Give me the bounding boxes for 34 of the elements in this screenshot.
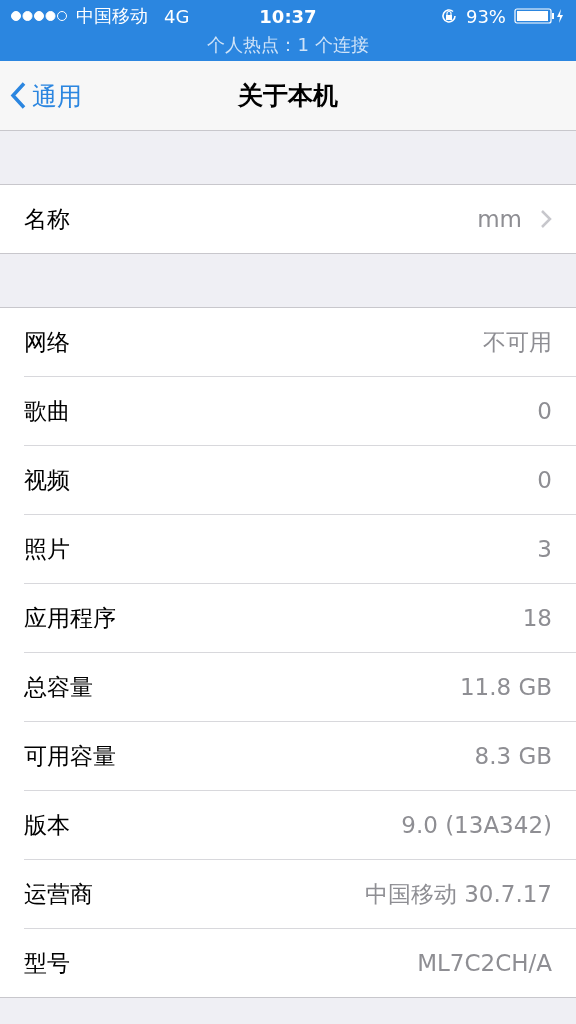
back-button[interactable]: 通用 <box>10 79 82 112</box>
row-value: 3 <box>537 536 552 562</box>
row-label: 视频 <box>24 465 71 495</box>
row-label: 网络 <box>24 327 71 357</box>
row-value: mm <box>477 206 522 232</box>
row-label: 运营商 <box>24 879 94 909</box>
row-label: 版本 <box>24 810 71 840</box>
row-value: ML7C2CH/A <box>417 950 552 976</box>
network-type: 4G <box>164 5 190 27</box>
row-label: 总容量 <box>24 672 94 702</box>
chevron-right-icon <box>540 209 552 229</box>
battery-icon <box>514 8 566 24</box>
row-value: 中国移动 30.7.17 <box>364 879 552 909</box>
page-title: 关于本机 <box>238 80 338 112</box>
row-value: 11.8 GB <box>459 674 552 700</box>
row-value: 不可用 <box>483 327 552 357</box>
row-value: 18 <box>522 605 552 631</box>
row-value: 8.3 GB <box>474 743 552 769</box>
carrier-name: 中国移动 <box>76 4 148 28</box>
row-label: 型号 <box>24 948 71 978</box>
row-label[interactable]: 名称 <box>24 203 478 235</box>
hotspot-banner[interactable]: 个人热点：1 个连接 <box>207 34 369 55</box>
row-label: 照片 <box>24 534 71 564</box>
chevron-left-icon <box>10 81 26 110</box>
row-label: 歌曲 <box>24 396 71 426</box>
signal-icon <box>10 10 68 22</box>
row-value: 9.0 (13A342) <box>401 812 552 838</box>
row-label: 可用容量 <box>24 741 117 771</box>
row-value: 0 <box>537 398 552 424</box>
rotation-lock-icon <box>439 7 458 25</box>
clock-time: 10:37 <box>259 5 317 27</box>
battery-percent: 93% <box>465 5 506 27</box>
row-label: 应用程序 <box>24 603 117 633</box>
row-value: 0 <box>537 467 552 493</box>
